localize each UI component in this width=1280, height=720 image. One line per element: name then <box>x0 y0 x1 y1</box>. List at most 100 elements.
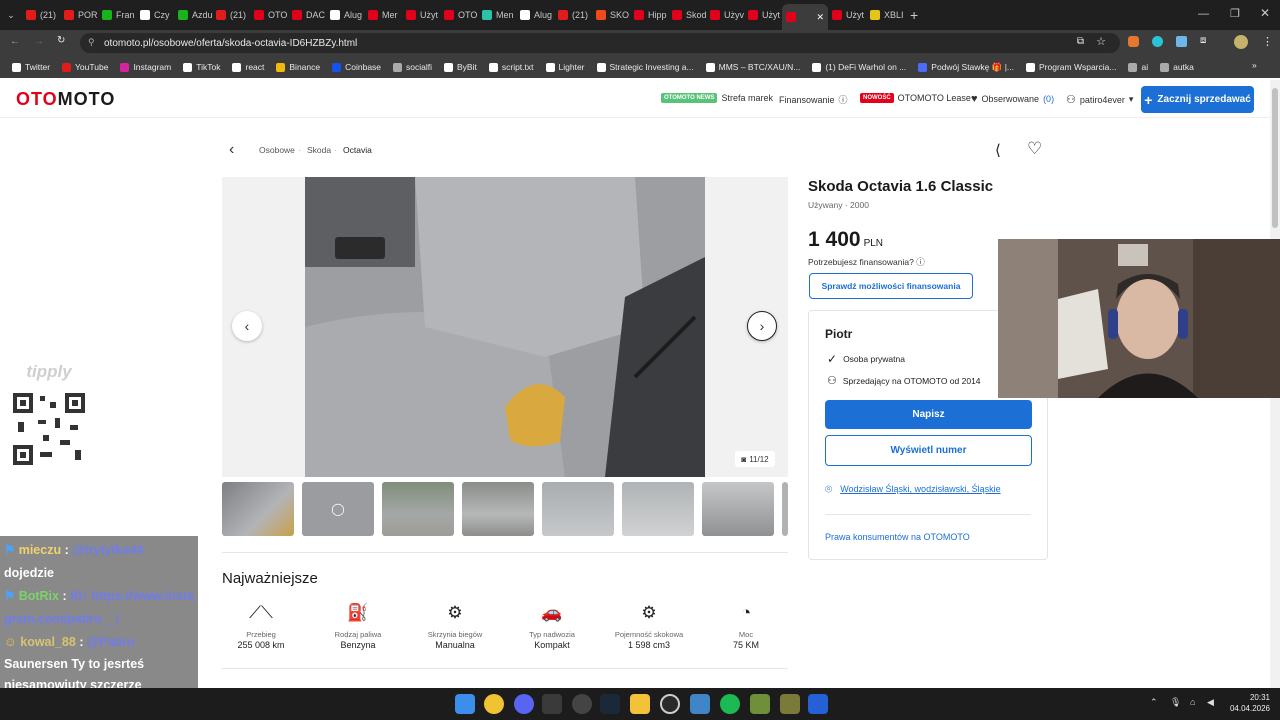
app-c-icon[interactable] <box>660 694 680 714</box>
check-financing-button[interactable]: Sprawdź możliwości finansowania <box>809 273 973 299</box>
browser-tab[interactable]: Alug <box>326 0 364 30</box>
chrome-icon[interactable] <box>484 694 504 714</box>
browser-tab[interactable]: Men <box>478 0 516 30</box>
app-icon[interactable] <box>542 694 562 714</box>
bookmark-item[interactable]: TikTok <box>177 62 226 72</box>
discord-icon[interactable] <box>514 694 534 714</box>
tab-search-button[interactable]: ⌄ <box>0 0 22 30</box>
browser-tab[interactable]: Mer <box>364 0 402 30</box>
start-selling-button[interactable]: + Zacznij sprzedawać <box>1141 86 1254 113</box>
bookmark-item[interactable]: Program Wsparcia... <box>1020 62 1122 72</box>
browser-tab[interactable]: (21) <box>212 0 250 30</box>
bookmark-item[interactable]: ByBit <box>438 62 483 72</box>
back-icon[interactable]: ← <box>10 36 20 47</box>
bookmark-item[interactable]: autka <box>1154 62 1200 72</box>
browser-tab[interactable]: XBLI <box>866 0 904 30</box>
next-photo-button[interactable]: › <box>747 311 777 341</box>
nav-lease[interactable]: NOWOŚĆ OTOMOTO Lease <box>860 93 971 103</box>
browser-tab[interactable]: (21) <box>554 0 592 30</box>
install-icon[interactable]: ⧉ <box>1077 36 1084 47</box>
browser-tab[interactable]: DAC <box>288 0 326 30</box>
thumbnail[interactable]: ◯ <box>302 482 374 536</box>
bookmark-item[interactable]: Instagram <box>114 62 177 72</box>
browser-tab[interactable]: Fran <box>98 0 136 30</box>
browser-tab[interactable]: Użyt <box>828 0 866 30</box>
info-icon[interactable]: ⓘ <box>916 257 925 267</box>
extensions-puzzle-icon[interactable]: ⧈ <box>1200 35 1206 46</box>
main-photo[interactable] <box>305 177 705 477</box>
bookmark-item[interactable]: MMS – BTC/XAU/N... <box>700 62 807 72</box>
bookmark-item[interactable]: (1) DeFi Warhol on ... <box>806 62 912 72</box>
microphone-icon[interactable]: 🎙 <box>1170 697 1181 708</box>
thumbnail[interactable] <box>542 482 614 536</box>
new-tab-button[interactable]: + <box>910 7 918 23</box>
system-clock[interactable]: 20:31 04.04.2026 <box>1226 692 1270 714</box>
prev-photo-button[interactable]: ‹ <box>232 311 262 341</box>
share-icon[interactable]: ⟨ <box>995 141 1001 159</box>
thumbnail[interactable] <box>222 482 294 536</box>
bookmark-item[interactable]: ai <box>1122 62 1154 72</box>
browser-tab[interactable]: SKO <box>592 0 630 30</box>
browser-tab[interactable]: Czy <box>136 0 174 30</box>
bookmark-item[interactable]: Binance <box>270 62 326 72</box>
browser-tab[interactable]: Użyv <box>706 0 744 30</box>
browser-tab[interactable]: Skod <box>668 0 706 30</box>
consumer-rights-link[interactable]: Prawa konsumentów na OTOMOTO <box>825 532 970 542</box>
tab-close-icon[interactable]: ✕ <box>816 12 824 23</box>
volume-icon[interactable]: ◀ <box>1207 697 1214 708</box>
forward-icon[interactable]: → <box>34 36 44 47</box>
window-minimize-button[interactable]: — <box>1198 8 1209 20</box>
scrollbar-thumb[interactable] <box>1272 88 1278 228</box>
start-windows-icon[interactable] <box>455 694 475 714</box>
file-explorer-icon[interactable] <box>630 694 650 714</box>
bookmark-star-icon[interactable]: ☆ <box>1096 35 1106 48</box>
thumbnail[interactable] <box>702 482 774 536</box>
breadcrumb-item[interactable]: Octavia <box>343 145 372 155</box>
spotify-icon[interactable] <box>720 694 740 714</box>
window-restore-button[interactable]: ❐ <box>1230 7 1240 20</box>
bookmark-item[interactable]: script.txt <box>483 62 540 72</box>
menu-kebab-icon[interactable]: ⋮ <box>1262 35 1273 48</box>
favorite-heart-icon[interactable]: ♡ <box>1027 139 1042 159</box>
nav-financing[interactable]: Finansowanie ⓘ <box>779 93 848 106</box>
extension-cyan-icon[interactable] <box>1152 36 1163 47</box>
browser-tab[interactable]: Alug <box>516 0 554 30</box>
show-phone-button[interactable]: Wyświetl numer <box>825 435 1032 466</box>
nav-account[interactable]: ⚇ patiro4ever ▾ <box>1066 93 1133 106</box>
write-message-button[interactable]: Napisz <box>825 400 1032 429</box>
browser-tab[interactable]: Użyt <box>744 0 782 30</box>
extension-translate-icon[interactable] <box>1176 36 1187 47</box>
seller-location[interactable]: ⌾ Wodzisław Śląski, wodzisławski, Śląski… <box>825 483 1025 495</box>
bookmark-item[interactable]: Strategic Investing a... <box>591 62 700 72</box>
nav-watched[interactable]: ♥ Obserwowane (0) <box>971 93 1054 105</box>
bookmark-item[interactable]: socialfi <box>387 62 438 72</box>
back-arrow-icon[interactable]: ‹ <box>229 141 234 159</box>
browser-tab[interactable]: Azdu <box>174 0 212 30</box>
breadcrumb-item[interactable]: Skoda <box>307 145 331 155</box>
app-image-icon[interactable] <box>780 694 800 714</box>
app-x-icon[interactable] <box>808 694 828 714</box>
network-icon[interactable]: ⌂ <box>1190 697 1195 707</box>
bookmark-item[interactable]: Podwój Stawkę 🎁 |... <box>912 62 1020 73</box>
bookmark-item[interactable]: Twitter <box>6 62 56 72</box>
url-bar[interactable]: ⚲ otomoto.pl/osobowe/oferta/skoda-octavi… <box>80 33 1120 53</box>
app-game-icon[interactable] <box>750 694 770 714</box>
browser-tab[interactable]: (21) <box>22 0 60 30</box>
thumbnail[interactable] <box>782 482 788 536</box>
window-close-button[interactable]: ✕ <box>1260 6 1270 20</box>
steam-icon[interactable] <box>600 694 620 714</box>
bookmark-item[interactable]: react <box>226 62 270 72</box>
thumbnail[interactable] <box>462 482 534 536</box>
bookmark-item[interactable]: YouTube <box>56 62 114 72</box>
thumbnail[interactable] <box>382 482 454 536</box>
browser-tab[interactable]: Hipp <box>630 0 668 30</box>
bookmarks-overflow-icon[interactable]: » <box>1252 60 1257 70</box>
extension-fox-icon[interactable] <box>1128 36 1139 47</box>
browser-tab[interactable]: Użyt <box>402 0 440 30</box>
browser-tab[interactable]: PORI <box>60 0 98 30</box>
reload-icon[interactable]: ↻ <box>57 35 65 46</box>
obs-icon[interactable] <box>572 694 592 714</box>
site-info-icon[interactable]: ⚲ <box>88 37 95 48</box>
tray-chevron-icon[interactable]: ⌃ <box>1150 697 1158 708</box>
app-tool-icon[interactable] <box>690 694 710 714</box>
